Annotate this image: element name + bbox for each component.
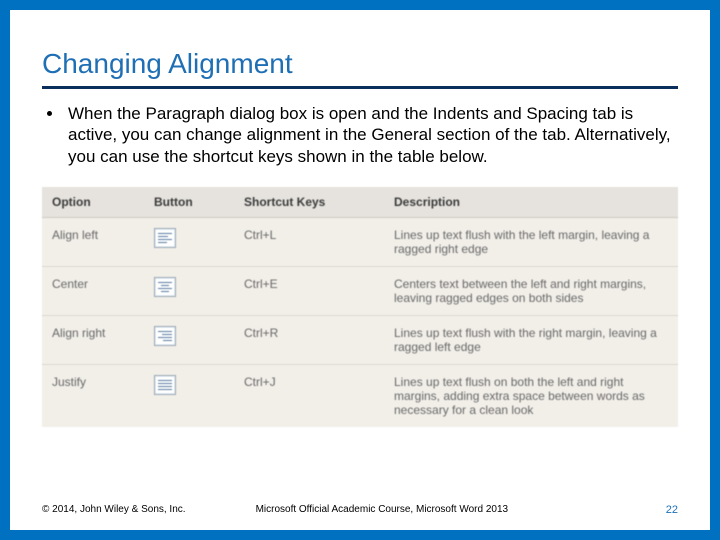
cell-option: Align left — [42, 217, 144, 266]
alignment-table: Option Button Shortcut Keys Description … — [42, 187, 678, 427]
col-header-keys: Shortcut Keys — [234, 187, 384, 218]
body-text: When the Paragraph dialog box is open an… — [42, 103, 678, 167]
cell-button — [144, 364, 234, 427]
cell-button — [144, 266, 234, 315]
cell-option: Center — [42, 266, 144, 315]
cell-keys: Ctrl+E — [234, 266, 384, 315]
alignment-table-wrap: Option Button Shortcut Keys Description … — [42, 187, 678, 427]
cell-keys: Ctrl+R — [234, 315, 384, 364]
footer-copyright: © 2014, John Wiley & Sons, Inc. — [42, 504, 186, 516]
cell-keys: Ctrl+L — [234, 217, 384, 266]
footer: © 2014, John Wiley & Sons, Inc. Microsof… — [42, 504, 678, 516]
align-right-icon — [154, 326, 176, 346]
cell-desc: Lines up text flush with the right margi… — [384, 315, 678, 364]
align-justify-icon — [154, 375, 176, 395]
bullet-paragraph: When the Paragraph dialog box is open an… — [64, 103, 678, 167]
footer-course: Microsoft Official Academic Course, Micr… — [186, 504, 666, 516]
cell-desc: Centers text between the left and right … — [384, 266, 678, 315]
table-header-row: Option Button Shortcut Keys Description — [42, 187, 678, 218]
cell-keys: Ctrl+J — [234, 364, 384, 427]
slide: Changing Alignment When the Paragraph di… — [0, 0, 720, 540]
table-row: Justify Ctrl+J Lines up text flush on bo… — [42, 364, 678, 427]
col-header-desc: Description — [384, 187, 678, 218]
cell-desc: Lines up text flush on both the left and… — [384, 364, 678, 427]
cell-option: Justify — [42, 364, 144, 427]
cell-button — [144, 315, 234, 364]
cell-desc: Lines up text flush with the left margin… — [384, 217, 678, 266]
footer-page: 22 — [666, 504, 678, 516]
slide-title: Changing Alignment — [42, 48, 678, 80]
table-row: Center Ctrl+E Centers text between the l… — [42, 266, 678, 315]
col-header-button: Button — [144, 187, 234, 218]
align-center-icon — [154, 277, 176, 297]
col-header-option: Option — [42, 187, 144, 218]
align-left-icon — [154, 228, 176, 248]
cell-button — [144, 217, 234, 266]
table-row: Align left Ctrl+L Lines up text flush wi… — [42, 217, 678, 266]
cell-option: Align right — [42, 315, 144, 364]
title-rule — [42, 86, 678, 89]
table-row: Align right Ctrl+R Lines up text flush w… — [42, 315, 678, 364]
